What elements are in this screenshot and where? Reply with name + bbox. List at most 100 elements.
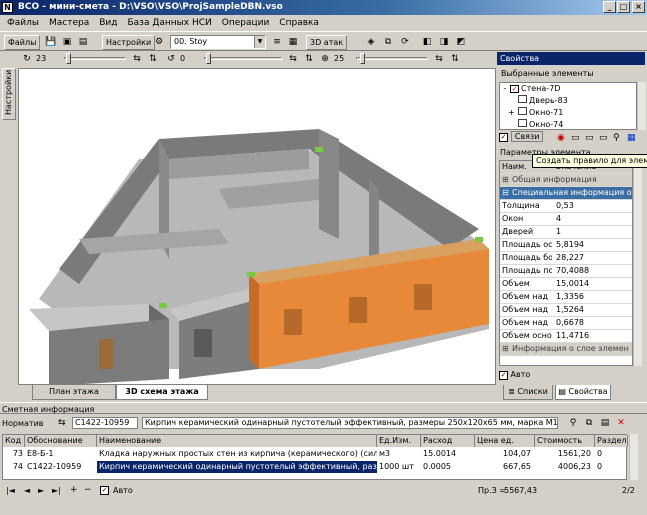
view-front-icon[interactable]: ◧	[420, 35, 434, 49]
tree-expander[interactable]: -	[500, 83, 510, 95]
slider-zoom-track[interactable]	[356, 57, 428, 60]
copy-icon[interactable]: ⧉	[582, 416, 596, 430]
section-general[interactable]: ⊞ Общая информация	[500, 174, 632, 187]
col-price[interactable]: Цена ед.	[475, 435, 535, 447]
slider-y-track[interactable]	[204, 57, 282, 60]
reset-zoom-icon[interactable]: ⇆	[432, 52, 446, 66]
menu-wizards[interactable]: Мастера	[44, 18, 94, 28]
files-button[interactable]: Файлы	[4, 35, 41, 50]
prop-value[interactable]: 5,8194	[556, 239, 632, 251]
tree-item[interactable]: Окно-74	[518, 119, 563, 129]
prop-row[interactable]: Объем над 1,5264	[500, 304, 632, 317]
table-row[interactable]: 73 Е8-Б-1 Кладка наружных простых стен и…	[3, 448, 628, 460]
col-code[interactable]: Код	[3, 435, 25, 447]
grid-icon[interactable]: ▦	[286, 35, 300, 49]
edit-rule-icon[interactable]: ▭	[585, 133, 594, 143]
tab-floor-plan[interactable]: План этажа	[32, 385, 116, 400]
col-name[interactable]: Наименование	[97, 435, 377, 447]
copy-icon[interactable]: ⧉	[381, 35, 395, 49]
prop-row[interactable]: Площадь бо 28,227	[500, 252, 632, 265]
rule-icon[interactable]: ◉	[557, 133, 565, 143]
tree-item[interactable]: - ✓ Стена-7D	[500, 83, 560, 95]
layers-icon[interactable]: ≡	[270, 35, 284, 49]
menu-database[interactable]: База Данных НСИ	[122, 18, 216, 28]
maximize-button[interactable]: □	[617, 1, 630, 13]
view-top-icon[interactable]: ◨	[437, 35, 451, 49]
links-checkbox[interactable]: ✓	[499, 133, 508, 142]
flip-x-icon[interactable]: ⇅	[146, 52, 160, 66]
col-section[interactable]: Раздел	[595, 435, 628, 447]
menu-operations[interactable]: Операции	[217, 18, 275, 28]
slider-x-thumb[interactable]	[66, 53, 71, 64]
auto-checkbox[interactable]: ✓	[499, 371, 508, 380]
close-button[interactable]: ×	[632, 1, 645, 13]
norm-code-field[interactable]: С1422-10959	[72, 417, 138, 429]
flip-zoom-icon[interactable]: ⇅	[448, 52, 462, 66]
tools-icon[interactable]: ⚙	[152, 35, 166, 49]
slider-y-thumb[interactable]	[206, 53, 211, 64]
close-icon[interactable]: ✕	[614, 416, 628, 430]
search-icon[interactable]: ⚲	[566, 416, 580, 430]
3d-viewport[interactable]	[18, 68, 496, 385]
minimize-button[interactable]: _	[603, 1, 616, 13]
view-side-icon[interactable]: ◩	[454, 35, 468, 49]
prop-row[interactable]: Окон 4	[500, 213, 632, 226]
tree-scrollbar[interactable]	[637, 82, 646, 130]
paste-icon[interactable]: ▤	[598, 416, 612, 430]
tab-properties[interactable]: ▤ Свойства	[555, 385, 611, 400]
prev-record-icon[interactable]: ◄	[24, 486, 30, 495]
prop-value[interactable]: 28,227	[556, 252, 632, 264]
props-scrollbar[interactable]	[633, 160, 642, 366]
table-icon[interactable]: ▦	[627, 133, 636, 143]
prop-value[interactable]: 1,5264	[556, 304, 632, 316]
elements-tree[interactable]: - ✓ Стена-7D Дверь-83 + Окно-71 Окно-74	[499, 82, 637, 130]
building-3d-model[interactable]	[19, 69, 496, 385]
filter-icon[interactable]: ⚲	[613, 133, 620, 143]
prop-value[interactable]: 70,4088	[556, 265, 632, 277]
menu-view[interactable]: Вид	[94, 18, 122, 28]
col-basis[interactable]: Обоснование	[25, 435, 97, 447]
prop-row[interactable]: Объем над 0,6678	[500, 317, 632, 330]
table-row[interactable]: 74 С1422-10959 Кирпич керамический одина…	[3, 461, 628, 473]
menu-files[interactable]: Файлы	[2, 18, 44, 28]
prop-value[interactable]: 11,4716	[556, 330, 632, 342]
cube-icon[interactable]: ◈	[364, 35, 378, 49]
col-cost[interactable]: Стоимость	[535, 435, 595, 447]
reset-x-icon[interactable]: ⇆	[130, 52, 144, 66]
prop-row[interactable]: Объем осно 11,4716	[500, 330, 632, 343]
prop-row[interactable]: Площадь по 70,4088	[500, 265, 632, 278]
check-icon[interactable]: ✓	[510, 85, 519, 93]
prop-row[interactable]: Толщина 0,53	[500, 200, 632, 213]
prop-value[interactable]: 1,3356	[556, 291, 632, 303]
expand-icon[interactable]: ⊞	[502, 174, 509, 186]
slider-zoom-thumb[interactable]	[360, 53, 365, 64]
rotate-icon[interactable]: ⟳	[398, 35, 412, 49]
menu-help[interactable]: Справка	[274, 18, 324, 28]
delete-rule-icon[interactable]: ▭	[599, 133, 608, 143]
prop-value[interactable]: 1	[556, 226, 632, 238]
reset-y-icon[interactable]: ⇆	[286, 52, 300, 66]
prop-value[interactable]: 0,6678	[556, 317, 632, 329]
prop-value[interactable]: 0,53	[556, 200, 632, 212]
tree-item[interactable]: Дверь-83	[518, 95, 568, 107]
save-icon[interactable]: 💾	[44, 35, 58, 49]
prop-row[interactable]: Объем над 1,3356	[500, 291, 632, 304]
auto-toggle[interactable]: ✓ Авто	[499, 370, 530, 380]
prop-value[interactable]: 15,0014	[556, 278, 632, 290]
table-scrollbar[interactable]	[629, 434, 638, 480]
tree-item[interactable]: + Окно-71	[508, 107, 563, 119]
links-button[interactable]: Связи	[510, 131, 544, 142]
3d-attack-button[interactable]: 3D атак	[306, 35, 348, 50]
prop-row[interactable]: Объем 15,0014	[500, 278, 632, 291]
properties-grid[interactable]: Наим. Значение ⊞ Общая информация ⊟ Спец…	[499, 160, 633, 366]
copy-rule-icon[interactable]: ▭	[571, 133, 580, 143]
collapse-icon[interactable]: ⊟	[502, 187, 509, 199]
tree-expander[interactable]: +	[508, 107, 518, 119]
settings-side-tab[interactable]: Настройки	[2, 68, 16, 120]
auto-checkbox[interactable]: ✓	[100, 486, 109, 495]
section-layer[interactable]: ⊞ Информация о слое элемен	[500, 343, 632, 356]
section-special[interactable]: ⊟ Специальная информация о	[500, 187, 632, 200]
flip-y-icon[interactable]: ⇅	[302, 52, 316, 66]
view-combo[interactable]: 00. Stoy ▼	[170, 35, 266, 49]
prop-value[interactable]: 4	[556, 213, 632, 225]
